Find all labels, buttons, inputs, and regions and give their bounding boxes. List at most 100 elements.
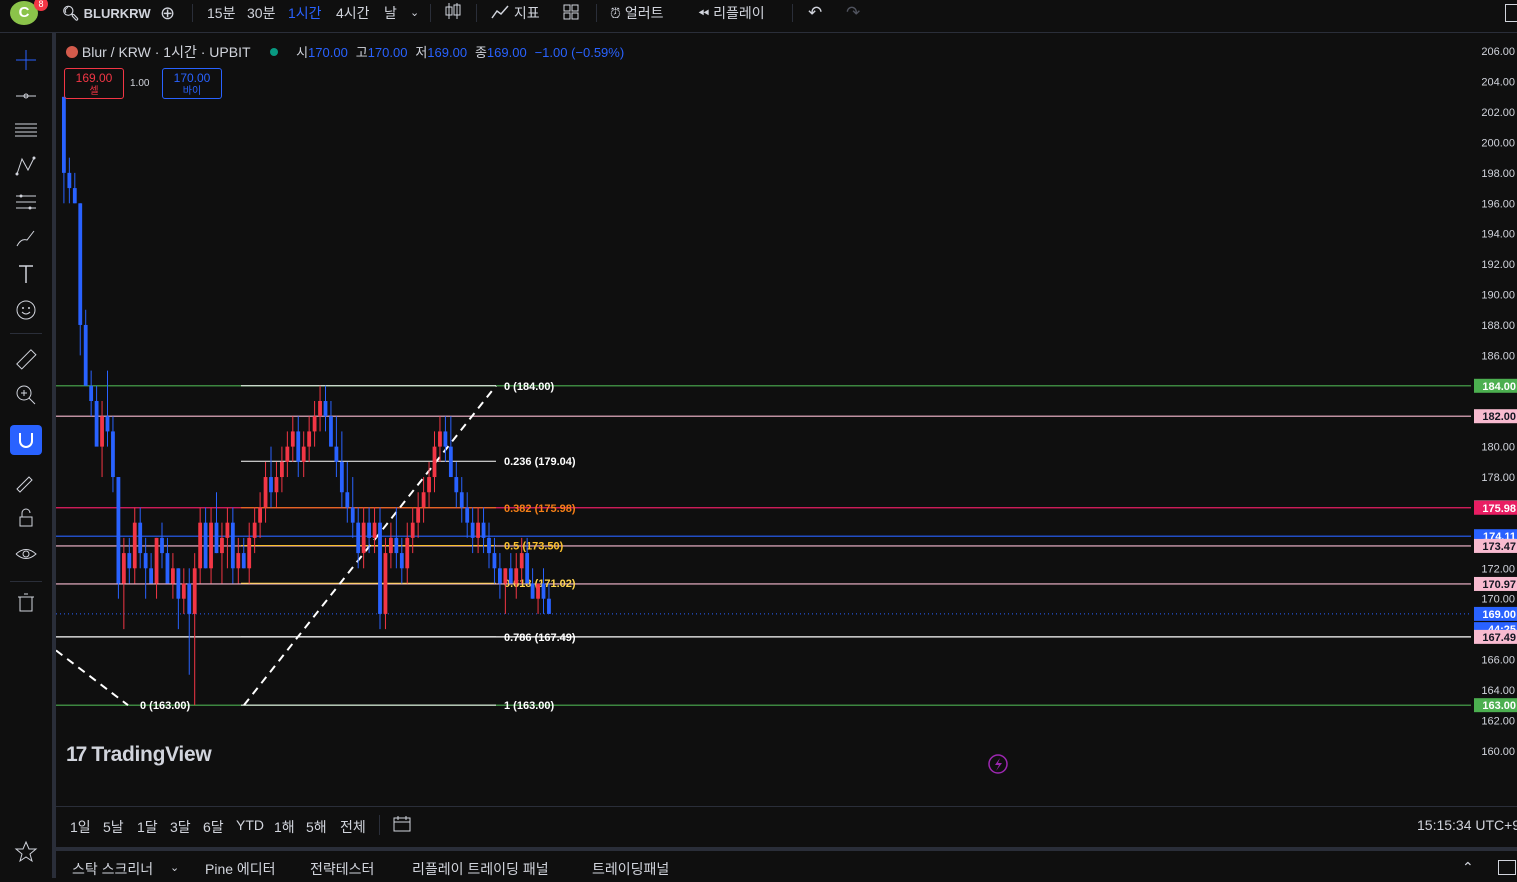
fib-trend-line-2[interactable] — [56, 649, 129, 706]
candle-body[interactable] — [176, 568, 181, 599]
candle-body[interactable] — [165, 553, 170, 584]
candle-body[interactable] — [285, 446, 290, 462]
candle-body[interactable] — [378, 522, 382, 614]
candle-body[interactable] — [329, 416, 333, 447]
candle-body[interactable] — [154, 537, 159, 584]
candle-body[interactable] — [171, 568, 175, 584]
candle-body[interactable] — [312, 416, 317, 432]
interval-day[interactable]: 날 — [384, 0, 397, 26]
candle-body[interactable] — [416, 507, 421, 523]
buy-button[interactable]: 170.00 바이 — [162, 68, 222, 99]
candle-body[interactable] — [356, 522, 361, 554]
candle-body[interactable] — [432, 446, 437, 478]
candle-body[interactable] — [389, 537, 393, 554]
candle-body[interactable] — [465, 507, 470, 523]
candle-body[interactable] — [187, 583, 192, 614]
candle-body[interactable] — [481, 522, 486, 538]
candle-type-icon[interactable] — [444, 0, 462, 26]
magnet-button[interactable] — [10, 425, 42, 455]
candle-body[interactable] — [83, 324, 88, 386]
candle-body[interactable] — [339, 461, 344, 493]
candle-body[interactable] — [214, 522, 219, 554]
indicators-button[interactable]: 지표 — [490, 0, 540, 26]
candle-body[interactable] — [78, 203, 83, 325]
range-6m[interactable]: 6달 — [203, 817, 224, 837]
candle-body[interactable] — [323, 401, 328, 417]
candle-body[interactable] — [192, 568, 197, 614]
candle-body[interactable] — [209, 522, 213, 569]
candle-body[interactable] — [399, 553, 404, 569]
candle-body[interactable] — [470, 522, 475, 538]
range-1m[interactable]: 1달 — [137, 817, 158, 837]
candle-body[interactable] — [514, 568, 519, 584]
candle-body[interactable] — [361, 522, 366, 554]
candle-body[interactable] — [198, 522, 203, 569]
redo-icon[interactable]: ↷ — [846, 0, 860, 26]
lock-icon[interactable] — [13, 505, 39, 531]
candle-body[interactable] — [454, 477, 459, 493]
candle-body[interactable] — [448, 446, 453, 478]
candle-body[interactable] — [220, 537, 224, 554]
layout-grid-icon[interactable] — [562, 0, 580, 26]
range-all[interactable]: 전체 — [340, 817, 366, 837]
alert-button[interactable]: ⏰︎ 얼러트 — [610, 0, 663, 26]
range-ytd[interactable]: YTD — [236, 817, 264, 833]
candle-body[interactable] — [547, 598, 551, 614]
candle-body[interactable] — [301, 446, 306, 462]
candle-body[interactable] — [296, 431, 301, 462]
candle-body[interactable] — [503, 568, 508, 584]
emoji-icon[interactable] — [13, 297, 39, 323]
candle-body[interactable] — [258, 507, 262, 523]
candle-body[interactable] — [105, 416, 110, 432]
candle-body[interactable] — [247, 537, 252, 569]
candle-body[interactable] — [121, 553, 126, 584]
candle-body[interactable] — [241, 553, 246, 569]
candle-body[interactable] — [132, 522, 137, 569]
legend-title[interactable]: Blur / KRW · 1시간 · UPBIT — [82, 44, 250, 60]
price-chart[interactable]: 0 (184.00) 0.236 (179.04) 0.382 (175.98) 0.… — [56, 36, 1517, 776]
candle-body[interactable] — [405, 537, 410, 569]
interval-4h[interactable]: 4시간 — [336, 0, 370, 26]
range-5y[interactable]: 5해 — [306, 817, 327, 837]
brush-icon[interactable] — [13, 225, 39, 251]
candle-body[interactable] — [443, 431, 448, 447]
text-tool-icon[interactable] — [13, 261, 39, 287]
prediction-tools-icon[interactable] — [13, 189, 39, 215]
candle-body[interactable] — [492, 553, 497, 569]
candle-body[interactable] — [519, 553, 524, 569]
candle-body[interactable] — [530, 583, 535, 599]
maximize-panel-icon[interactable] — [1498, 860, 1516, 875]
candle-body[interactable] — [525, 553, 530, 584]
candle-body[interactable] — [149, 568, 153, 584]
fullscreen-icon[interactable] — [1505, 4, 1517, 22]
candle-body[interactable] — [459, 492, 464, 508]
replay-button[interactable]: ⏪︎ 리플레이 — [698, 0, 765, 26]
candle-body[interactable] — [498, 568, 502, 584]
chevron-down-icon[interactable]: ⌄ — [410, 0, 419, 26]
candle-body[interactable] — [263, 477, 268, 508]
candle-body[interactable] — [100, 416, 104, 447]
trend-line-icon[interactable] — [13, 83, 39, 109]
candle-body[interactable] — [372, 522, 377, 538]
tab-strategy-tester[interactable]: 전략테스터 — [310, 859, 374, 879]
date-range-calendar-icon[interactable] — [391, 813, 413, 838]
sell-button[interactable]: 169.00 셀 — [64, 68, 124, 99]
compare-add-icon[interactable]: ⊕ — [160, 0, 175, 26]
fib-retracement-icon[interactable] — [13, 117, 39, 143]
candle-body[interactable] — [252, 522, 257, 538]
collapse-panel-icon[interactable]: ⌃ — [1462, 859, 1474, 876]
interval-30m[interactable]: 30분 — [247, 0, 275, 26]
interval-15m[interactable]: 15분 — [207, 0, 235, 26]
candle-body[interactable] — [410, 522, 415, 538]
candle-body[interactable] — [318, 401, 322, 417]
range-3m[interactable]: 3달 — [170, 817, 191, 837]
ruler-icon[interactable] — [13, 346, 39, 372]
candle-body[interactable] — [94, 401, 99, 447]
candle-body[interactable] — [62, 96, 66, 173]
pattern-icon[interactable] — [13, 153, 39, 179]
symbol-search-button[interactable]: 🔍︎ BLURKRW — [62, 0, 151, 26]
candle-body[interactable] — [181, 583, 186, 599]
candle-body[interactable] — [203, 522, 208, 569]
chevron-down-icon[interactable]: ⌄ — [170, 861, 179, 874]
candle-body[interactable] — [67, 172, 72, 189]
